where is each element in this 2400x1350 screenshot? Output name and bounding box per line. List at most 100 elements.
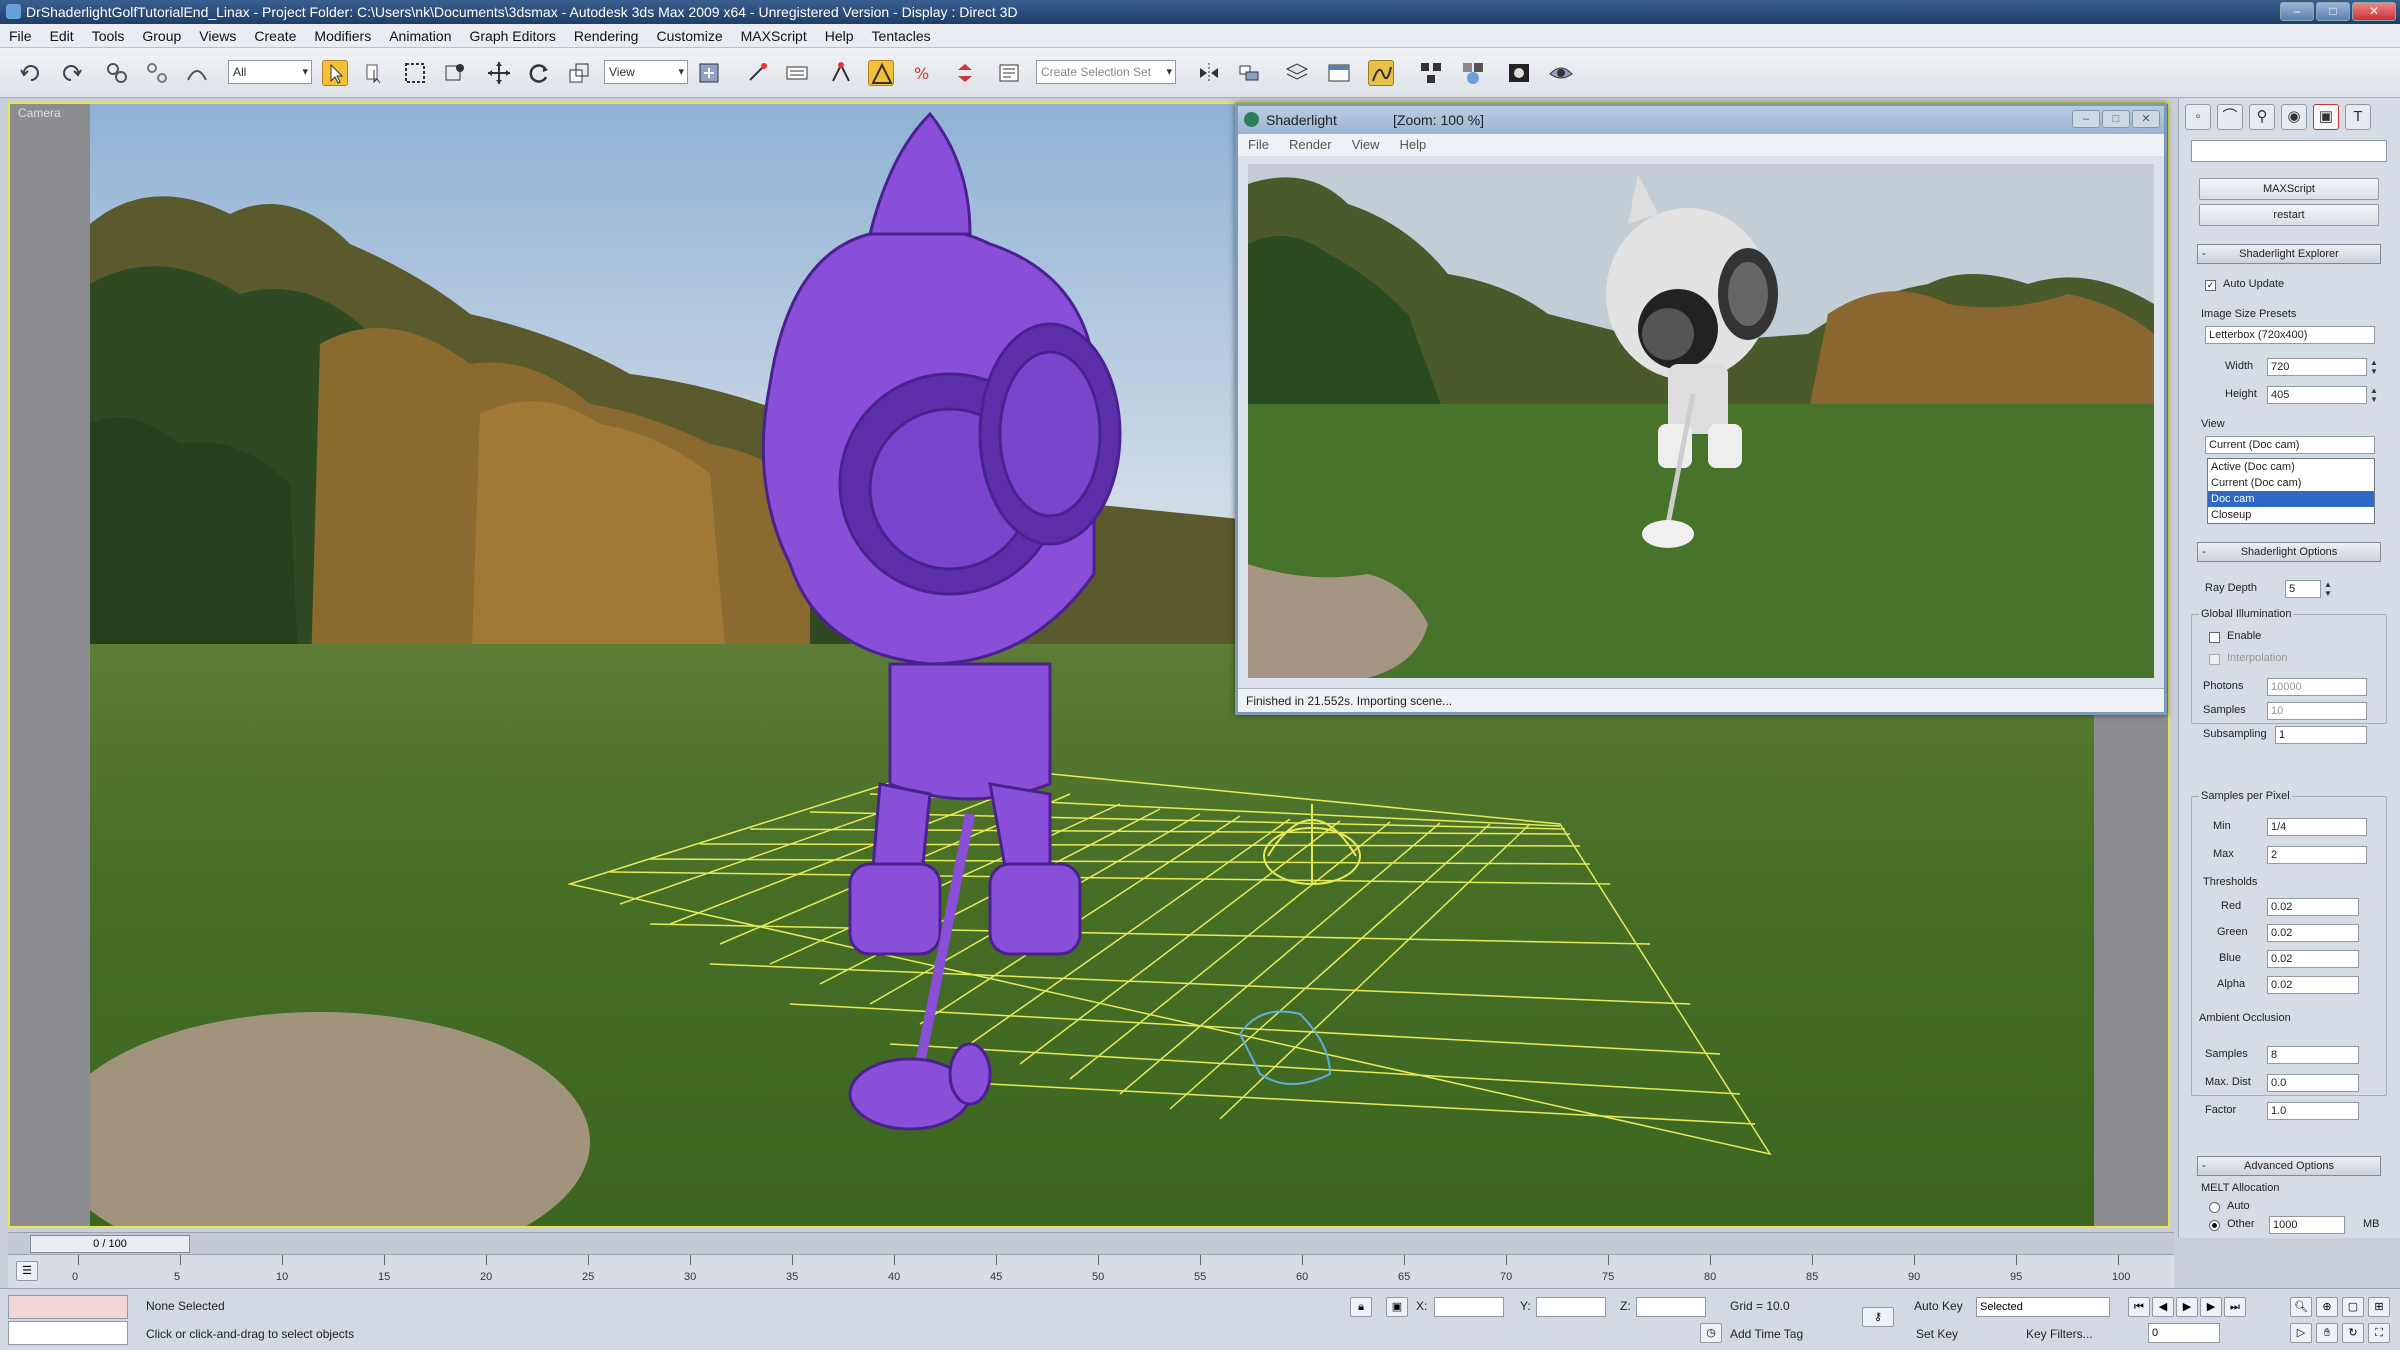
orbit-icon[interactable]: ↻ bbox=[2342, 1323, 2364, 1343]
photons-field[interactable]: 10000 bbox=[2267, 678, 2367, 696]
move-icon[interactable] bbox=[486, 60, 512, 86]
modify-tab[interactable]: ⌒ bbox=[2217, 104, 2243, 130]
menu-views[interactable]: Views bbox=[190, 24, 245, 47]
time-slider-thumb[interactable]: 0 / 100 bbox=[30, 1235, 190, 1253]
menu-rendering[interactable]: Rendering bbox=[565, 24, 648, 47]
zoom-extents-all-icon[interactable]: ⊞ bbox=[2368, 1297, 2390, 1317]
redo-icon[interactable] bbox=[58, 60, 84, 86]
shaderlight-window[interactable]: Shaderlight [Zoom: 100 %] – □ ✕ File Ren… bbox=[1235, 103, 2167, 715]
percent-snap-icon[interactable]: % bbox=[910, 60, 936, 86]
menu-group[interactable]: Group bbox=[133, 24, 190, 47]
angle-snap-icon[interactable] bbox=[868, 60, 894, 86]
maximize-viewport-icon[interactable]: ⛶ bbox=[2368, 1323, 2390, 1343]
image-size-presets-dropdown[interactable]: Letterbox (720x400) bbox=[2205, 326, 2375, 344]
shaderlight-close-button[interactable]: ✕ bbox=[2132, 110, 2160, 128]
selection-filter-dropdown[interactable]: All bbox=[228, 60, 312, 84]
utilities-tab[interactable]: ▣ bbox=[2313, 104, 2339, 130]
ao-samples-field[interactable]: 8 bbox=[2267, 1046, 2359, 1064]
minimize-button[interactable]: – bbox=[2280, 2, 2314, 21]
go-to-start-icon[interactable]: ⏮ bbox=[2128, 1297, 2150, 1317]
view-option[interactable]: Closeup bbox=[2208, 507, 2374, 523]
rotate-icon[interactable] bbox=[526, 60, 552, 86]
maxscript-listener-mini[interactable] bbox=[8, 1295, 128, 1319]
edit-named-selection-icon[interactable] bbox=[996, 60, 1022, 86]
curve-editor-icon[interactable] bbox=[1368, 60, 1394, 86]
memory-other-field[interactable]: 1000 bbox=[2269, 1216, 2345, 1234]
menu-animation[interactable]: Animation bbox=[380, 24, 460, 47]
ray-depth-spinner[interactable]: ▲ ▼ bbox=[2323, 580, 2333, 598]
key-filters-button[interactable]: Key Filters... bbox=[2026, 1327, 2093, 1341]
alpha-threshold-field[interactable]: 0.02 bbox=[2267, 976, 2359, 994]
menu-help[interactable]: Help bbox=[816, 24, 863, 47]
ao-factor-field[interactable]: 1.0 bbox=[2267, 1102, 2359, 1120]
zoom-icon[interactable]: 🔍︎ bbox=[2290, 1297, 2312, 1317]
advanced-options-rollout[interactable]: - Advanced Options bbox=[2197, 1156, 2381, 1176]
track-bar-menu-icon[interactable]: ☰ bbox=[16, 1261, 38, 1281]
ray-depth-field[interactable]: 5 bbox=[2285, 580, 2321, 598]
rectangular-selection-icon[interactable] bbox=[402, 60, 428, 86]
auto-key-button[interactable]: Auto Key bbox=[1914, 1299, 1963, 1313]
mirror-icon[interactable] bbox=[1196, 60, 1222, 86]
spp-max-dropdown[interactable]: 2 bbox=[2267, 846, 2367, 864]
graphite-ribbon-icon[interactable] bbox=[1326, 60, 1352, 86]
maxscript-listener-output[interactable] bbox=[8, 1321, 128, 1345]
material-editor-icon[interactable] bbox=[1460, 60, 1486, 86]
red-threshold-field[interactable]: 0.02 bbox=[2267, 898, 2359, 916]
menu-tools[interactable]: Tools bbox=[83, 24, 134, 47]
select-and-link-icon[interactable] bbox=[104, 60, 130, 86]
previous-frame-icon[interactable]: ◀ bbox=[2152, 1297, 2174, 1317]
select-manipulate-icon[interactable] bbox=[744, 60, 770, 86]
align-icon[interactable] bbox=[1236, 60, 1262, 86]
keyboard-shortcut-toggle-icon[interactable] bbox=[784, 60, 810, 86]
command-search-input[interactable] bbox=[2191, 140, 2387, 162]
green-threshold-field[interactable]: 0.02 bbox=[2267, 924, 2359, 942]
menu-graph-editors[interactable]: Graph Editors bbox=[460, 24, 564, 47]
absolute-mode-icon[interactable]: ▣ bbox=[1386, 1297, 1408, 1317]
shaderlight-explorer-rollout[interactable]: - Shaderlight Explorer bbox=[2197, 244, 2381, 264]
current-frame-field[interactable]: 0 bbox=[2148, 1323, 2220, 1343]
render-setup-icon[interactable] bbox=[1506, 60, 1532, 86]
set-key-button[interactable]: Set Key bbox=[1916, 1327, 1958, 1341]
menu-edit[interactable]: Edit bbox=[41, 24, 83, 47]
field-of-view-icon[interactable]: ▷ bbox=[2290, 1323, 2312, 1343]
z-coord-field[interactable] bbox=[1636, 1297, 1706, 1317]
maximize-button[interactable]: □ bbox=[2316, 2, 2350, 21]
time-slider[interactable]: 0 / 100 bbox=[8, 1232, 2174, 1254]
menu-tentacles[interactable]: Tentacles bbox=[863, 24, 940, 47]
maxscript-button[interactable]: MAXScript bbox=[2199, 178, 2379, 200]
zoom-all-icon[interactable]: ⊕ bbox=[2316, 1297, 2338, 1317]
view-dropdown[interactable]: Current (Doc cam) bbox=[2205, 436, 2375, 454]
close-button[interactable]: ✕ bbox=[2352, 2, 2396, 21]
menu-modifiers[interactable]: Modifiers bbox=[305, 24, 380, 47]
samples-field[interactable]: 10 bbox=[2267, 702, 2367, 720]
shaderlight-minimize-button[interactable]: – bbox=[2072, 110, 2100, 128]
reference-coordinate-dropdown[interactable]: View bbox=[604, 60, 688, 84]
height-spinner[interactable]: ▲ ▼ bbox=[2369, 386, 2379, 404]
viewport-label[interactable]: Camera bbox=[18, 106, 61, 120]
gi-interpolation-checkbox[interactable] bbox=[2209, 654, 2220, 665]
scale-icon[interactable] bbox=[566, 60, 592, 86]
create-tab[interactable]: ◦ bbox=[2185, 104, 2211, 130]
snaps-toggle-icon[interactable] bbox=[828, 60, 854, 86]
add-time-tag-button[interactable]: Add Time Tag bbox=[1730, 1327, 1803, 1341]
memory-other-radio[interactable] bbox=[2209, 1220, 2220, 1231]
select-by-name-icon[interactable] bbox=[362, 60, 388, 86]
track-bar[interactable]: ☰ 0 5 10 15 20 25 30 35 40 45 50 55 60 65 70 75 80 85 90 95… bbox=[8, 1254, 2174, 1288]
time-tag-icon[interactable]: ◷ bbox=[1700, 1323, 1722, 1343]
spp-min-dropdown[interactable]: 1/4 bbox=[2267, 818, 2367, 836]
pan-icon[interactable]: ✋︎ bbox=[2316, 1323, 2338, 1343]
lock-selection-icon[interactable]: 🔒︎ bbox=[1350, 1297, 1372, 1317]
bind-to-space-warp-icon[interactable] bbox=[184, 60, 210, 86]
auto-update-checkbox[interactable]: ✓ bbox=[2205, 280, 2216, 291]
undo-icon[interactable] bbox=[18, 60, 44, 86]
y-coord-field[interactable] bbox=[1536, 1297, 1606, 1317]
play-icon[interactable]: ▶ bbox=[2176, 1297, 2198, 1317]
shaderlight-menu-file[interactable]: File bbox=[1238, 134, 1279, 156]
zoom-extents-icon[interactable]: ▢ bbox=[2342, 1297, 2364, 1317]
select-object-icon[interactable] bbox=[322, 60, 348, 86]
layer-manager-icon[interactable] bbox=[1284, 60, 1310, 86]
menu-customize[interactable]: Customize bbox=[647, 24, 731, 47]
window-crossing-icon[interactable] bbox=[442, 60, 468, 86]
render-production-icon[interactable] bbox=[1548, 60, 1574, 86]
subsampling-field[interactable]: 1 bbox=[2275, 726, 2367, 744]
